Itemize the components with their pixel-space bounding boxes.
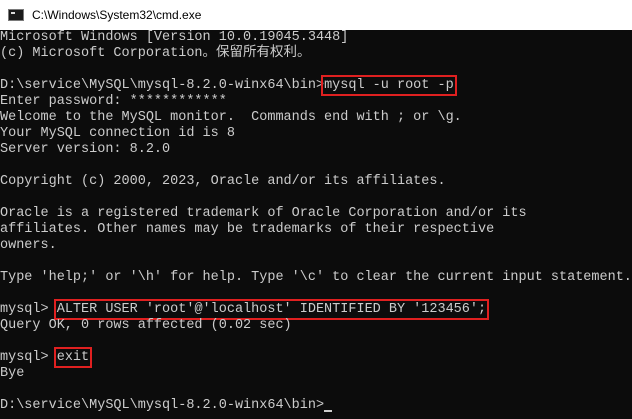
copyright-line: Copyright (c) 2000, 2023, Oracle and/or … xyxy=(0,174,446,189)
welcome-line: Welcome to the MySQL monitor. Commands e… xyxy=(0,110,462,125)
password-line: Enter password: ************ xyxy=(0,94,227,109)
banner-line: Microsoft Windows [Version 10.0.19045.34… xyxy=(0,30,349,45)
terminal-output[interactable]: Microsoft Windows [Version 10.0.19045.34… xyxy=(0,30,632,419)
trademark-line: Oracle is a registered trademark of Orac… xyxy=(0,206,527,221)
highlighted-command-mysql-login: mysql -u root -p xyxy=(321,75,457,96)
welcome-line: Server version: 8.2.0 xyxy=(0,142,171,157)
highlighted-command-alter-user: ALTER USER 'root'@'localhost' IDENTIFIED… xyxy=(53,299,490,320)
banner-line: (c) Microsoft Corporation。保留所有权利。 xyxy=(0,46,311,61)
prompt-path: D:\service\MySQL\mysql-8.2.0-winx64\bin> xyxy=(0,398,325,413)
command-line: mysql> ALTER USER 'root'@'localhost' IDE… xyxy=(0,299,632,320)
window-title: C:\Windows\System32\cmd.exe xyxy=(32,8,202,22)
mysql-prompt: mysql> xyxy=(0,350,57,365)
prompt-path: D:\service\MySQL\mysql-8.2.0-winx64\bin> xyxy=(0,78,325,93)
mysql-prompt: mysql> xyxy=(0,302,57,317)
highlighted-command-exit: exit xyxy=(53,347,93,368)
command-line: mysql> exit xyxy=(0,347,632,368)
cmd-window: C:\Windows\System32\cmd.exe Microsoft Wi… xyxy=(0,0,632,419)
title-bar[interactable]: C:\Windows\System32\cmd.exe xyxy=(0,0,632,30)
trademark-line: owners. xyxy=(0,238,57,253)
welcome-line: Your MySQL connection id is 8 xyxy=(0,126,235,141)
text-cursor xyxy=(324,410,333,412)
trademark-line: affiliates. Other names may be trademark… xyxy=(0,222,495,237)
current-input-line[interactable]: D:\service\MySQL\mysql-8.2.0-winx64\bin> xyxy=(0,398,632,414)
help-line: Type 'help;' or '\h' for help. Type '\c'… xyxy=(0,270,632,285)
bye-line: Bye xyxy=(0,366,25,381)
cmd-console-icon xyxy=(8,9,24,21)
result-line: Query OK, 0 rows affected (0.02 sec) xyxy=(0,318,292,333)
command-line: D:\service\MySQL\mysql-8.2.0-winx64\bin>… xyxy=(0,75,632,96)
